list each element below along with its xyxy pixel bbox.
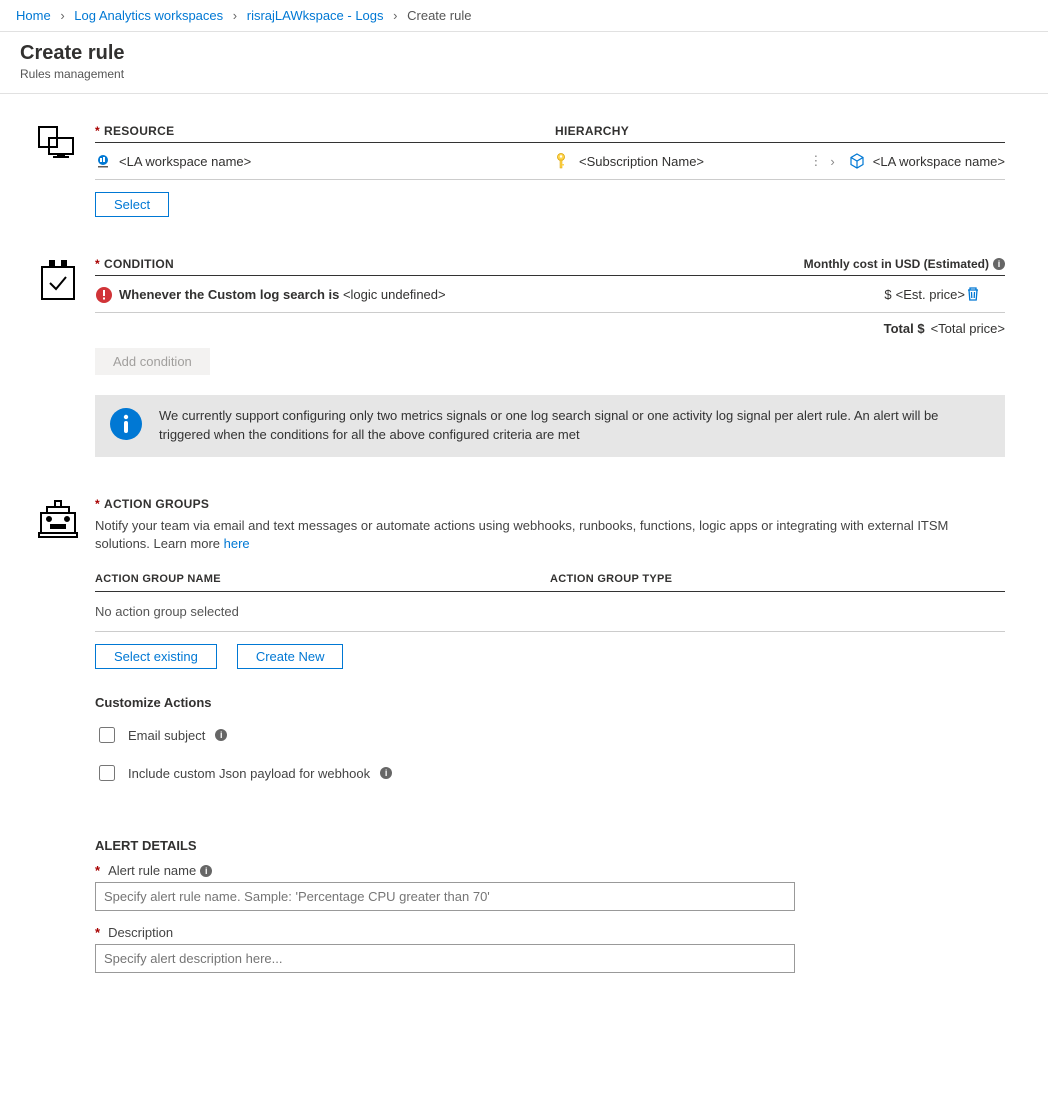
select-existing-button[interactable]: Select existing [95, 644, 217, 669]
info-text: We currently support configuring only tw… [159, 407, 991, 445]
workspace-name: <LA workspace name> [873, 154, 1005, 169]
ellipsis-icon: ⋮ [809, 153, 822, 169]
subscription-name: <Subscription Name> [579, 154, 704, 169]
alert-desc-label: Description [108, 925, 173, 940]
create-new-button[interactable]: Create New [237, 644, 344, 669]
alert-description-input[interactable] [95, 944, 795, 973]
alert-name-label: Alert rule name [108, 863, 196, 878]
info-circle-icon [109, 407, 143, 441]
chevron-right-icon: › [393, 8, 397, 23]
json-payload-label: Include custom Json payload for webhook [128, 766, 370, 781]
info-icon[interactable]: i [993, 258, 1005, 270]
chevron-right-icon: › [60, 8, 64, 23]
info-icon[interactable]: i [215, 729, 227, 741]
ag-col-name: ACTION GROUP NAME [95, 573, 550, 585]
breadcrumb-home[interactable]: Home [16, 8, 51, 23]
total-price: <Total price> [931, 321, 1005, 336]
est-price: <Est. price> [896, 287, 965, 302]
ag-col-type: ACTION GROUP TYPE [550, 573, 1005, 585]
condition-heading: CONDITION [104, 257, 174, 271]
breadcrumb: Home › Log Analytics workspaces › risraj… [0, 0, 1048, 32]
json-payload-row[interactable]: Include custom Json payload for webhook … [95, 758, 1005, 788]
add-condition-button: Add condition [95, 348, 210, 375]
alert-rule-name-input[interactable] [95, 882, 795, 911]
info-box: We currently support configuring only tw… [95, 395, 1005, 457]
customize-actions-heading: Customize Actions [95, 695, 1005, 710]
price-prefix: $ [884, 287, 891, 302]
email-subject-label: Email subject [128, 728, 205, 743]
info-icon[interactable]: i [200, 865, 212, 877]
workspace-icon [95, 153, 111, 169]
cost-heading: Monthly cost in USD (Estimated) [804, 257, 989, 271]
info-icon[interactable]: i [380, 767, 392, 779]
action-groups-icon [20, 497, 95, 541]
page-subtitle: Rules management [20, 67, 1028, 81]
hierarchy-heading: HIERARCHY [545, 124, 1005, 138]
breadcrumb-workspaces[interactable]: Log Analytics workspaces [74, 8, 223, 23]
key-icon [555, 153, 571, 169]
condition-logic: <logic undefined> [343, 287, 446, 302]
learn-more-link[interactable]: here [224, 536, 250, 551]
delete-condition-button[interactable] [965, 286, 1005, 302]
condition-text-prefix: Whenever the Custom log search is [119, 287, 343, 302]
page-title: Create rule [20, 42, 1028, 65]
chevron-right-icon: › [233, 8, 237, 23]
cube-icon [849, 153, 865, 169]
breadcrumb-current: Create rule [407, 8, 471, 23]
ag-empty-row: No action group selected [95, 592, 1005, 632]
total-label: Total $ [884, 321, 925, 336]
json-payload-checkbox[interactable] [99, 765, 115, 781]
page-header: Create rule Rules management [0, 32, 1048, 94]
resource-heading: RESOURCE [104, 124, 174, 138]
condition-icon [20, 257, 95, 303]
email-subject-checkbox[interactable] [99, 727, 115, 743]
resource-name: <LA workspace name> [119, 154, 251, 169]
chevron-right-icon: › [830, 154, 834, 169]
alert-details-heading: ALERT DETAILS [95, 838, 1005, 853]
alert-icon [95, 286, 111, 302]
section-action-groups: *ACTION GROUPS Notify your team via emai… [20, 497, 1028, 973]
action-groups-heading: ACTION GROUPS [104, 497, 209, 511]
section-condition: *CONDITION Monthly cost in USD (Estimate… [20, 257, 1028, 457]
email-subject-row[interactable]: Email subject i [95, 720, 1005, 750]
section-resource: *RESOURCE HIERARCHY <LA workspace name> … [20, 124, 1028, 217]
resource-icon [20, 124, 95, 162]
select-resource-button[interactable]: Select [95, 192, 169, 217]
breadcrumb-logs[interactable]: risrajLAWkspace - Logs [247, 8, 384, 23]
